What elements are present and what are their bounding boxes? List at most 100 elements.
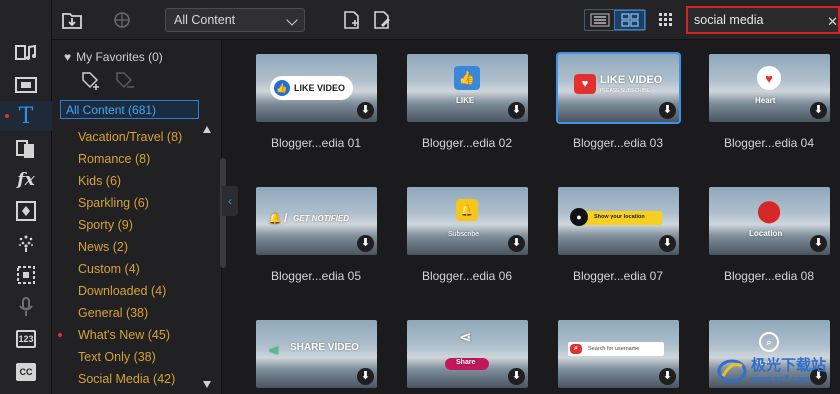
download-icon[interactable]: ⬇ <box>659 102 676 119</box>
particle-room-icon[interactable] <box>0 228 52 258</box>
toolbar: All Content social media ✕ <box>52 0 840 40</box>
content-grid: 👍 LIKE VIDEO ⬇ Blogger...edia 01 👍 LIKE ⬇ Blogg… <box>238 40 840 394</box>
download-icon[interactable]: ⬇ <box>357 368 374 385</box>
download-icon[interactable]: ⬇ <box>508 102 525 119</box>
download-icon[interactable]: ⬇ <box>810 102 827 119</box>
template-thumbnail[interactable]: ♥ LIKE VIDEO PLEASE SUBSCRIBE ⬇ <box>556 52 681 124</box>
category-item[interactable]: Downloaded (4) <box>52 282 202 304</box>
template-thumbnail[interactable]: ⋖ Share ⬇ <box>407 320 528 388</box>
more-options-icon[interactable] <box>658 12 680 32</box>
category-label: Kids (6) <box>78 174 122 188</box>
thumb-text: Share <box>456 359 476 366</box>
template-caption: Blogger...edia 04 <box>723 136 815 150</box>
template-caption: Blogger...edia 03 <box>572 136 664 150</box>
watermark-url: www.xz7.com <box>750 374 810 384</box>
watermark-logo-icon <box>717 359 747 383</box>
template-card[interactable]: 🔔 Subscribe ⬇ Blogger...edia 06 <box>391 187 531 283</box>
video-room-icon[interactable] <box>0 70 52 100</box>
category-label: Custom (4) <box>78 262 140 276</box>
download-icon[interactable]: ⬇ <box>508 235 525 252</box>
chapter-room-icon[interactable]: 123 <box>0 324 52 354</box>
template-thumbnail[interactable]: ● Show your location ⬇ <box>558 187 679 255</box>
content-filter-select[interactable]: All Content <box>165 8 305 32</box>
subtitle-room-icon[interactable] <box>0 260 52 290</box>
template-card[interactable]: ⬤ Location ⬇ Blogger...edia 08 <box>693 187 833 283</box>
template-card[interactable]: 👍 LIKE VIDEO ⬇ Blogger...edia 01 <box>240 54 380 150</box>
edit-title-icon[interactable] <box>372 10 394 30</box>
category-item[interactable]: What's New (45) <box>52 326 202 348</box>
template-thumbnail[interactable]: 👍 LIKE VIDEO ⬇ <box>256 54 377 122</box>
title-room-icon[interactable]: T <box>0 101 52 131</box>
template-card[interactable]: 👍 LIKE ⬇ Blogger...edia 02 <box>391 54 531 150</box>
scroll-up-arrow-icon[interactable] <box>203 126 211 133</box>
grid-view-button[interactable] <box>614 10 645 30</box>
map-pin-icon: ⬤ <box>756 198 782 223</box>
template-card[interactable]: ⋖ SHARE VIDEO ⬇ <box>240 320 380 394</box>
download-icon[interactable]: ⬇ <box>357 102 374 119</box>
download-icon[interactable]: ⬇ <box>659 368 676 385</box>
template-thumbnail[interactable]: 🔔 / GET NOTIFIED ⬇ <box>256 187 377 255</box>
template-card[interactable]: ● Show your location ⬇ Blogger...edia 07 <box>542 187 682 283</box>
scroll-down-arrow-icon[interactable] <box>203 381 211 388</box>
my-favorites[interactable]: ♥ My Favorites (0) <box>64 50 163 64</box>
favorites-label: My Favorites (0) <box>76 50 163 64</box>
category-item[interactable]: News (2) <box>52 238 202 260</box>
template-card[interactable]: ⋖ Share ⬇ <box>391 320 531 394</box>
template-card[interactable]: 🔔 / GET NOTIFIED ⬇ Blogger...edia 05 <box>240 187 380 283</box>
microphone-icon[interactable] <box>0 292 52 322</box>
category-all-content[interactable]: All Content (681) <box>60 100 199 119</box>
thumbs-up-icon: 👍 <box>454 66 480 90</box>
template-card[interactable]: ♥ Heart ⬇ Blogger...edia 04 <box>693 54 833 150</box>
download-content-icon[interactable] <box>112 10 134 30</box>
template-thumbnail[interactable]: ⋖ SHARE VIDEO ⬇ <box>256 320 377 388</box>
template-thumbnail[interactable]: ♥ Heart ⬇ <box>709 54 830 122</box>
category-scrollbar[interactable] <box>202 124 226 390</box>
template-caption: Blogger...edia 06 <box>421 269 513 283</box>
category-item[interactable]: Social Media (42) <box>52 370 202 392</box>
transition-room-icon[interactable] <box>0 134 52 164</box>
template-card[interactable]: ⌕ Search for username ⬇ <box>542 320 682 394</box>
media-room-icon[interactable] <box>0 38 52 68</box>
category-item[interactable]: Text Only (38) <box>52 348 202 370</box>
share-icon: ⋖ <box>268 342 280 358</box>
filter-select-value: All Content <box>174 13 236 27</box>
download-icon[interactable]: ⬇ <box>810 235 827 252</box>
list-view-button[interactable] <box>585 10 614 30</box>
template-thumbnail[interactable]: ⌕ Search for username ⬇ <box>558 320 679 388</box>
template-thumbnail[interactable]: ⬤ Location ⬇ <box>709 187 830 255</box>
bell-icon: 🔔 <box>456 199 478 221</box>
category-label: Sparkling (6) <box>78 196 149 210</box>
download-icon[interactable]: ⬇ <box>659 235 676 252</box>
category-item[interactable]: General (38) <box>52 304 202 326</box>
closed-caption-icon[interactable]: CC <box>0 357 52 387</box>
import-icon[interactable] <box>61 10 83 30</box>
template-card[interactable]: ♥ LIKE VIDEO PLEASE SUBSCRIBE ⬇ Blogger...ed… <box>542 52 682 150</box>
pip-room-icon[interactable] <box>0 196 52 226</box>
category-panel: ♥ My Favorites (0) All Content (681) Vac… <box>52 40 226 394</box>
remove-tag-icon[interactable] <box>114 70 136 95</box>
download-icon[interactable]: ⬇ <box>357 235 374 252</box>
thumb-text: GET NOTIFIED <box>293 214 349 223</box>
category-item[interactable]: Romance (8) <box>52 150 202 172</box>
add-tag-icon[interactable] <box>80 70 102 95</box>
category-label: Sporty (9) <box>78 218 133 232</box>
thumb-text: LIKE VIDEO <box>600 74 663 86</box>
search-icon: ⌕ <box>759 332 779 352</box>
template-thumbnail[interactable]: 👍 LIKE ⬇ <box>407 54 528 122</box>
category-item[interactable]: Sporty (9) <box>52 216 202 238</box>
template-thumbnail[interactable]: 🔔 Subscribe ⬇ <box>407 187 528 255</box>
thumb-text: Location <box>749 229 783 238</box>
category-item[interactable]: Custom (4) <box>52 260 202 282</box>
fx-room-icon[interactable]: fx <box>0 165 52 195</box>
template-caption: Blogger...edia 08 <box>723 269 815 283</box>
new-title-icon[interactable] <box>342 10 364 30</box>
category-item[interactable]: Sparkling (6) <box>52 194 202 216</box>
download-icon[interactable]: ⬇ <box>508 368 525 385</box>
collapse-panel-button[interactable]: ‹ <box>222 186 238 216</box>
search-input[interactable]: social media ✕ <box>686 6 840 34</box>
thumb-text: Search for username <box>588 346 640 352</box>
category-item[interactable]: Kids (6) <box>52 172 202 194</box>
close-icon[interactable]: ✕ <box>827 14 838 30</box>
category-item[interactable]: Vacation/Travel (8) <box>52 128 202 150</box>
watermark-title: 极光下载站 <box>750 357 826 374</box>
